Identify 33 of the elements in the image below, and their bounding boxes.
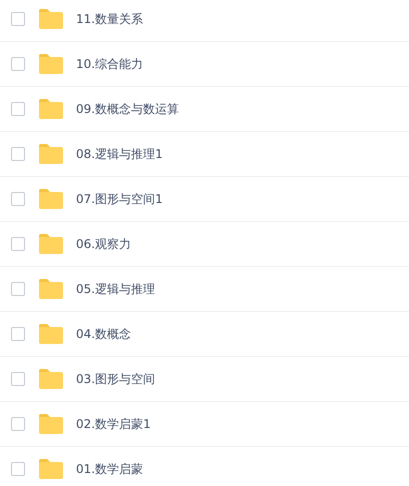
- folder-icon: [38, 53, 64, 75]
- checkbox[interactable]: [11, 147, 25, 161]
- checkbox[interactable]: [11, 282, 25, 296]
- checkbox[interactable]: [11, 462, 25, 476]
- checkbox[interactable]: [11, 192, 25, 206]
- folder-icon: [38, 98, 64, 120]
- checkbox[interactable]: [11, 327, 25, 341]
- checkbox[interactable]: [11, 102, 25, 116]
- folder-icon: [38, 413, 64, 435]
- checkbox[interactable]: [11, 12, 25, 26]
- folder-icon: [38, 458, 64, 480]
- folder-icon: [38, 233, 64, 255]
- folder-name[interactable]: 06.观察力: [76, 236, 132, 252]
- folder-icon: [38, 323, 64, 345]
- folder-icon: [38, 188, 64, 210]
- folder-name[interactable]: 10.综合能力: [76, 56, 144, 72]
- checkbox[interactable]: [11, 372, 25, 386]
- folder-name[interactable]: 07.图形与空间1: [76, 190, 163, 208]
- folder-icon: [38, 143, 64, 165]
- folder-name[interactable]: 05.逻辑与推理: [76, 280, 156, 298]
- folder-name[interactable]: 02.数学启蒙1: [76, 416, 151, 432]
- folder-name[interactable]: 09.数概念与数运算: [76, 100, 180, 118]
- folder-name[interactable]: 01.数学启蒙: [76, 460, 144, 478]
- folder-icon: [38, 368, 64, 390]
- checkbox[interactable]: [11, 417, 25, 431]
- folder-icon: [38, 8, 64, 30]
- folder-name[interactable]: 08.逻辑与推理1: [76, 146, 163, 162]
- folder-name[interactable]: 11.数量关系: [76, 10, 144, 28]
- checkbox[interactable]: [11, 57, 25, 71]
- folder-name[interactable]: 03.图形与空间: [76, 370, 156, 388]
- checkbox[interactable]: [11, 237, 25, 251]
- folder-icon: [38, 278, 64, 300]
- folder-name[interactable]: 04.数概念: [76, 326, 132, 342]
